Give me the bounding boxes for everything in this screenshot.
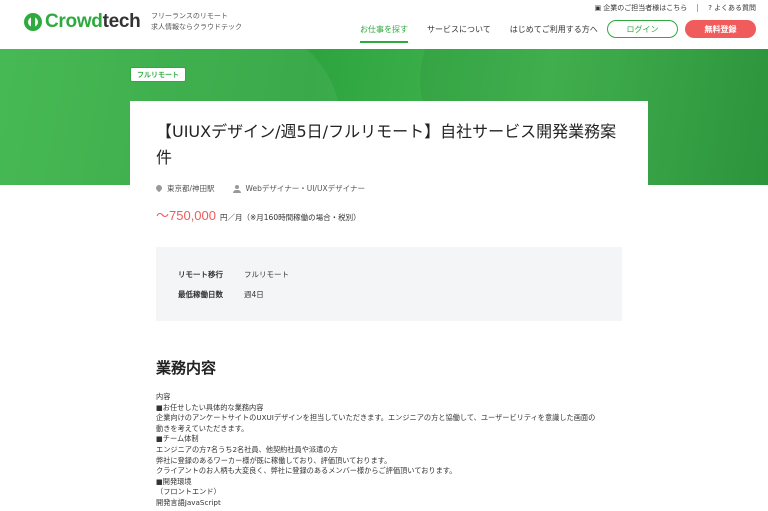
crowdtech-logo-icon bbox=[24, 13, 42, 31]
description-line: （フロントエンド） bbox=[156, 487, 221, 497]
description-line: ■お任せしたい具体的な業務内容 bbox=[156, 402, 264, 412]
job-description: 内容 ■お任せしたい具体的な業務内容 企業向けのアンケートサイトのUXUIデザイ… bbox=[156, 392, 622, 509]
tagline-line-1: フリーランスのリモート bbox=[151, 12, 228, 20]
job-role-text: Webデザイナー・UI/UXデザイナー bbox=[245, 184, 365, 193]
login-button[interactable]: ログイン bbox=[607, 20, 678, 38]
job-meta: 東京都/神田駅 Webデザイナー・UI/UXデザイナー bbox=[156, 183, 383, 194]
description-line: ■チーム体制 bbox=[156, 434, 199, 444]
tagline: フリーランスのリモート 求人情報ならクラウドテック bbox=[151, 11, 242, 33]
job-role: Webデザイナー・UI/UXデザイナー bbox=[232, 183, 365, 194]
salary-amount: 〜750,000 bbox=[156, 208, 216, 223]
condition-row: リモート移行 フルリモート bbox=[178, 269, 289, 280]
site-header: Crowdtech フリーランスのリモート 求人情報ならクラウドテック ▣ 企業… bbox=[0, 0, 768, 49]
top-links-divider bbox=[697, 4, 699, 12]
salary-unit: 円／月（※月160時間稼働の場合・税別） bbox=[220, 213, 361, 222]
condition-row: 最低稼働日数 週4日 bbox=[178, 289, 264, 300]
faq-link-label: よくある質問 bbox=[714, 4, 756, 12]
description-line: クライアントのお人柄も大変良く、弊社に登録のあるメンバー様からご評価頂いておりま… bbox=[156, 466, 457, 476]
building-icon: ▣ bbox=[594, 4, 602, 12]
tagline-line-2: 求人情報ならクラウドテック bbox=[151, 23, 242, 31]
remote-badge: フルリモート bbox=[130, 67, 186, 82]
description-line: 内容 bbox=[156, 392, 171, 401]
section-title-work: 業務内容 bbox=[156, 359, 217, 377]
register-button[interactable]: 無料登録 bbox=[685, 20, 756, 38]
job-salary: 〜750,000 円／月（※月160時間稼働の場合・税別） bbox=[156, 205, 361, 224]
user-icon bbox=[232, 184, 241, 193]
logo-prefix: Crowd bbox=[45, 11, 103, 32]
job-location-text: 東京都/神田駅 bbox=[167, 184, 215, 193]
description-line: エンジニアの方7名うち2名社員、他契約社員や派遣の方 bbox=[156, 444, 338, 454]
description-line: 動きを考えていただきます。 bbox=[156, 423, 249, 433]
top-links: ▣ 企業のご担当者様はこちら ? よくある質問 bbox=[595, 3, 756, 13]
condition-value: 週4日 bbox=[244, 290, 264, 299]
job-conditions: リモート移行 フルリモート 最低稼働日数 週4日 bbox=[156, 247, 622, 321]
corporate-link-label: 企業のご担当者様はこちら bbox=[603, 4, 688, 12]
nav-first-time[interactable]: はじめてご利用する方へ bbox=[510, 24, 598, 43]
description-line: ■開発環境 bbox=[156, 476, 192, 486]
condition-key: リモート移行 bbox=[178, 270, 223, 279]
condition-key: 最低稼働日数 bbox=[178, 290, 223, 299]
job-card: 【UIUXデザイン/週5日/フルリモート】自社サービス開発業務案件 東京都/神田… bbox=[130, 101, 648, 511]
question-icon: ? bbox=[708, 4, 712, 12]
condition-value: フルリモート bbox=[244, 270, 289, 279]
job-title: 【UIUXデザイン/週5日/フルリモート】自社サービス開発業務案件 bbox=[156, 122, 617, 167]
faq-link[interactable]: ? よくある質問 bbox=[708, 3, 756, 13]
logo-text: Crowdtech bbox=[45, 11, 141, 33]
nav-about-service[interactable]: サービスについて bbox=[427, 24, 491, 43]
nav-find-jobs[interactable]: お仕事を探す bbox=[360, 24, 408, 43]
description-line: 開発言語JavaScript bbox=[156, 497, 221, 507]
description-line: 弊社に登録のあるワーカー様が既に稼働しており、評価頂いております。 bbox=[156, 455, 392, 465]
main-nav: お仕事を探す サービスについて はじめてご利用する方へ bbox=[360, 24, 617, 43]
job-location: 東京都/神田駅 bbox=[156, 183, 215, 194]
description-line: 企業向けのアンケートサイトのUXUIデザインを担当していただきます。エンジニアの… bbox=[156, 413, 596, 423]
corporate-link[interactable]: ▣ 企業のご担当者様はこちら bbox=[595, 3, 688, 13]
logo-suffix: tech bbox=[102, 11, 141, 32]
crowdtech-logo[interactable]: Crowdtech bbox=[24, 11, 141, 33]
location-pin-icon bbox=[156, 185, 162, 193]
